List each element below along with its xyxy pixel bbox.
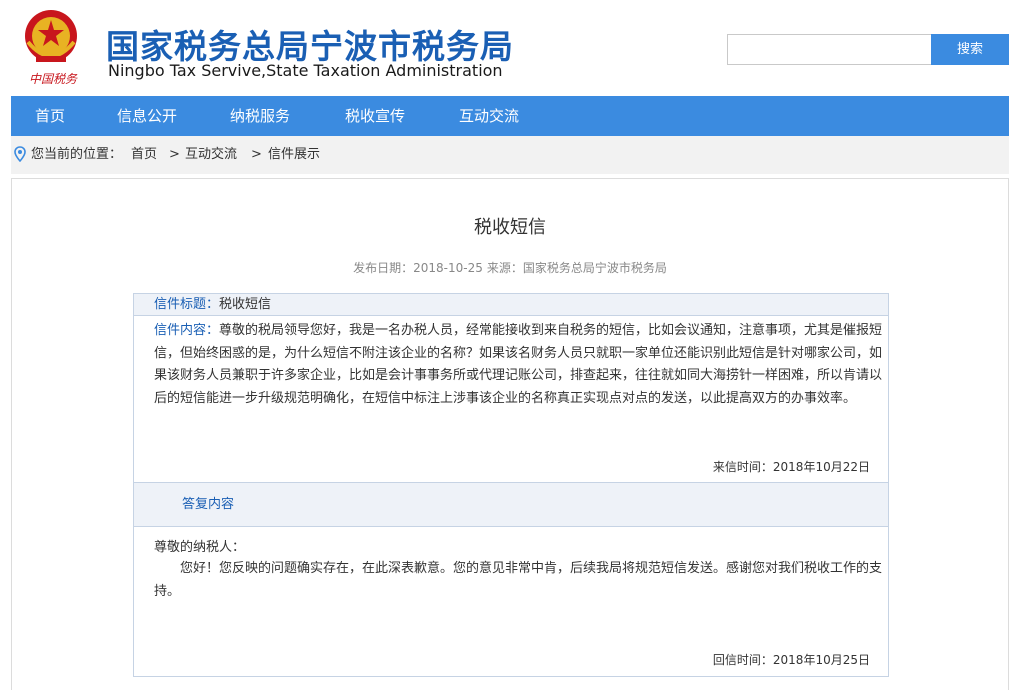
letter-content-cell: 信件内容：尊敬的税局领导您好，我是一名办税人员，经常能接收到来自税务的短信，比如… (154, 320, 886, 410)
breadcrumb-interaction[interactable]: 互动交流 (185, 136, 237, 174)
search-input[interactable] (727, 34, 932, 65)
publish-date: 2018-10-25 (413, 261, 483, 275)
article-title: 税收短信 (474, 217, 546, 238)
nav-item-tax-promotion[interactable]: 税收宣传 (345, 96, 405, 136)
nav-item-tax-service[interactable]: 纳税服务 (230, 96, 290, 136)
breadcrumb-prefix: 您当前的位置： (31, 147, 123, 162)
location-pin-icon (14, 146, 26, 162)
letter-table: 信件标题：税收短信 信件内容：尊敬的税局领导您好，我是一名办税人员，经常能接收到… (133, 293, 889, 677)
emblem-caption: 中国税务 (28, 72, 77, 86)
publish-date-label: 发布日期： (353, 261, 414, 275)
reply-greeting: 尊敬的纳税人： (154, 540, 246, 555)
reply-header-row: 答复内容 (134, 483, 888, 527)
letter-content-label: 信件内容： (154, 323, 220, 338)
main-nav: 首页 信息公开 纳税服务 税收宣传 互动交流 (11, 96, 1009, 136)
reply-content-row: 尊敬的纳税人： 您好！您反映的问题确实存在，在此深表歉意。您的意见非常中肯，后续… (134, 528, 888, 676)
received-time: 来信时间：2018年10月22日 (713, 458, 870, 475)
site-subtitle: Ningbo Tax Servive,State Taxation Admini… (108, 61, 503, 80)
letter-content-row: 信件内容：尊敬的税局领导您好，我是一名办税人员，经常能接收到来自税务的短信，比如… (134, 317, 888, 483)
nav-item-interaction[interactable]: 互动交流 (459, 96, 519, 136)
nav-item-info-disclosure[interactable]: 信息公开 (117, 96, 177, 136)
breadcrumb-home[interactable]: 首页 (131, 136, 157, 174)
received-time-value: 2018年10月22日 (772, 460, 870, 474)
letter-title-value: 税收短信 (219, 297, 272, 312)
article-meta: 发布日期：2018-10-25 来源：国家税务总局宁波市税务局 (12, 259, 1008, 276)
breadcrumb-current: 信件展示 (268, 147, 321, 162)
nav-item-home[interactable]: 首页 (35, 96, 65, 136)
breadcrumb-separator: > (251, 147, 262, 162)
letter-title-row: 信件标题：税收短信 (134, 294, 888, 316)
site-header: 中国税务 国家税务总局宁波市税务局 Ningbo Tax Servive,Sta… (0, 0, 1024, 96)
article-container: 税收短信 发布日期：2018-10-25 来源：国家税务总局宁波市税务局 信件标题… (11, 178, 1009, 690)
search-button[interactable]: 搜索 (931, 34, 1009, 65)
reply-time: 回信时间：2018年10月25日 (713, 651, 870, 668)
breadcrumb: 您当前的位置： 首页 > 互动交流 > 信件展示 (11, 136, 1009, 174)
source-value: 国家税务总局宁波市税务局 (522, 261, 667, 275)
letter-content-value: 尊敬的税局领导您好，我是一名办税人员，经常能接收到来自税务的短信，比如会议通知，… (154, 323, 883, 406)
letter-title-cell: 信件标题：税收短信 (154, 294, 271, 316)
letter-title-label: 信件标题： (154, 297, 220, 312)
breadcrumb-separator: > (169, 147, 180, 162)
reply-time-value: 2018年10月25日 (772, 653, 870, 667)
tax-emblem-logo[interactable]: 中国税务 (20, 6, 82, 90)
reply-text: 您好！您反映的问题确实存在，在此深表歉意。您的意见非常中肯，后续我局将规范短信发… (154, 561, 883, 599)
source-label: 来源： (486, 261, 523, 275)
reply-header: 答复内容 (182, 497, 235, 512)
reply-time-label: 回信时间： (712, 653, 773, 667)
received-time-label: 来信时间： (712, 460, 773, 474)
